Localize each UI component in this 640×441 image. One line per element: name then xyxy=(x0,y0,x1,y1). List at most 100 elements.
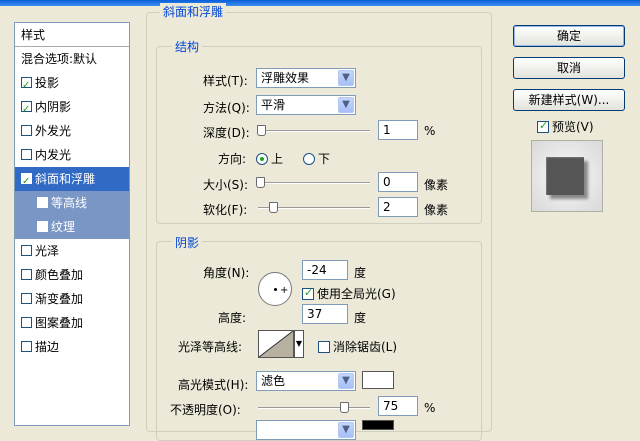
style-list-item[interactable]: 图案叠加 xyxy=(15,311,129,335)
depth-input[interactable]: 1 xyxy=(378,120,418,140)
cancel-button[interactable]: 取消 xyxy=(513,57,625,79)
size-input[interactable]: 0 xyxy=(378,172,418,192)
direction-label: 方向: xyxy=(218,152,247,166)
angle-input[interactable]: -24 xyxy=(302,260,348,280)
direction-up-label: 上 xyxy=(271,152,284,166)
chevron-down-icon[interactable]: ▼ xyxy=(338,70,354,86)
style-list-item[interactable]: 外发光 xyxy=(15,119,129,143)
highlight-mode-select[interactable]: 滤色 ▼ xyxy=(256,371,356,391)
preview-label: 预览(V) xyxy=(552,120,594,134)
chevron-down-icon[interactable]: ▼ xyxy=(338,97,354,113)
checkbox-checked-icon xyxy=(302,286,314,300)
checkbox-unchecked-icon[interactable] xyxy=(21,149,32,160)
depth-unit: % xyxy=(424,124,436,138)
technique-select[interactable]: 平滑 ▼ xyxy=(256,95,356,115)
anti-aliased-checkbox[interactable]: 消除锯齿(L) xyxy=(318,338,397,355)
style-list-item-label: 图案叠加 xyxy=(35,316,84,330)
opacity-slider-thumb[interactable] xyxy=(340,402,349,413)
style-select-value: 浮雕效果 xyxy=(261,71,310,85)
opacity-slider-track[interactable] xyxy=(258,407,370,409)
checkbox-checked-icon[interactable] xyxy=(21,74,32,98)
ok-button[interactable]: 确定 xyxy=(513,25,625,47)
shadow-mode-select[interactable]: ▼ xyxy=(256,420,356,440)
style-list-item[interactable]: 内发光 xyxy=(15,143,129,167)
checkbox-checked-icon[interactable] xyxy=(21,170,32,194)
checkbox-unchecked-icon xyxy=(318,341,330,353)
depth-slider-track[interactable] xyxy=(258,130,370,132)
depth-slider-thumb[interactable] xyxy=(257,125,267,136)
technique-select-value: 平滑 xyxy=(261,98,286,112)
direction-down-radio[interactable]: 下 xyxy=(303,150,330,167)
angle-dial[interactable]: + xyxy=(258,272,292,306)
checkbox-unchecked-icon[interactable] xyxy=(37,221,48,232)
chevron-down-icon[interactable]: ▼ xyxy=(338,422,354,438)
checkbox-unchecked-icon[interactable] xyxy=(21,293,32,304)
window-title-bar xyxy=(0,0,640,6)
gloss-contour-picker[interactable] xyxy=(258,330,294,358)
style-list-item-label: 渐变叠加 xyxy=(35,292,84,306)
style-list-item-label: 等高线 xyxy=(51,196,88,210)
style-list-item[interactable]: 等高线 xyxy=(15,191,129,215)
opacity-input[interactable]: 75 xyxy=(378,396,418,416)
style-list-item-label: 描边 xyxy=(35,340,60,354)
checkbox-unchecked-icon[interactable] xyxy=(21,269,32,280)
style-list-item[interactable]: 投影 xyxy=(15,71,129,98)
style-list-item-label: 外发光 xyxy=(35,124,72,138)
opacity-unit: % xyxy=(424,401,436,415)
checkbox-checked-icon[interactable] xyxy=(21,98,32,122)
style-select[interactable]: 浮雕效果 ▼ xyxy=(256,68,356,88)
bevel-emboss-title: 斜面和浮雕 xyxy=(160,3,227,20)
soften-input[interactable]: 2 xyxy=(378,197,418,217)
style-list-item-label: 颜色叠加 xyxy=(35,268,84,282)
soften-label: 软化(F): xyxy=(203,203,248,217)
style-list-item-label: 斜面和浮雕 xyxy=(35,172,96,186)
checkbox-unchecked-icon[interactable] xyxy=(21,341,32,352)
checkbox-unchecked-icon[interactable] xyxy=(21,125,32,136)
chevron-down-icon[interactable]: ▼ xyxy=(338,373,354,389)
gloss-contour-dropdown[interactable]: ▼ xyxy=(294,330,304,358)
crosshair-icon: + xyxy=(280,285,289,296)
global-light-checkbox[interactable]: 使用全局光(G) xyxy=(302,285,396,302)
style-list-item[interactable]: 渐变叠加 xyxy=(15,287,129,311)
direction-down-label: 下 xyxy=(318,152,331,166)
shadow-color-swatch[interactable] xyxy=(362,420,394,430)
global-light-label: 使用全局光(G) xyxy=(317,287,396,301)
highlight-mode-value: 滤色 xyxy=(261,374,286,388)
gloss-contour-label: 光泽等高线: xyxy=(178,340,243,354)
contour-curve-icon xyxy=(259,331,293,357)
size-label: 大小(S): xyxy=(203,178,249,192)
style-list-item[interactable]: 光泽 xyxy=(15,239,129,263)
highlight-mode-label: 高光模式(H): xyxy=(178,378,249,392)
preview-checkbox[interactable]: 预览(V) xyxy=(537,118,594,135)
style-list-item-label: 内阴影 xyxy=(35,100,72,114)
direction-up-radio[interactable]: 上 xyxy=(256,150,283,167)
highlight-color-swatch[interactable] xyxy=(362,371,394,389)
styles-list-header: 样式 xyxy=(15,23,129,47)
checkbox-unchecked-icon[interactable] xyxy=(21,245,32,256)
structure-title: 结构 xyxy=(172,38,203,55)
style-list-item[interactable]: 混合选项:默认 xyxy=(15,47,129,71)
style-list-item[interactable]: 纹理 xyxy=(15,215,129,239)
new-style-button[interactable]: 新建样式(W)... xyxy=(513,89,625,111)
radio-unselected-icon xyxy=(303,153,315,165)
preview-square xyxy=(546,157,584,195)
angle-unit: 度 xyxy=(354,266,367,280)
angle-dial-center-icon xyxy=(274,288,277,291)
soften-slider-thumb[interactable] xyxy=(269,202,279,213)
radio-selected-icon xyxy=(256,153,268,165)
style-list-item[interactable]: 颜色叠加 xyxy=(15,263,129,287)
style-list-item[interactable]: 描边 xyxy=(15,335,129,359)
checkbox-unchecked-icon[interactable] xyxy=(37,197,48,208)
style-list-item[interactable]: 斜面和浮雕 xyxy=(15,167,129,194)
angle-label: 角度(N): xyxy=(203,266,250,280)
checkbox-unchecked-icon[interactable] xyxy=(21,317,32,328)
style-list-item-label: 混合选项:默认 xyxy=(21,52,98,66)
anti-aliased-label: 消除锯齿(L) xyxy=(333,340,398,354)
size-unit: 像素 xyxy=(424,178,449,192)
style-list-item-label: 投影 xyxy=(35,76,60,90)
altitude-input[interactable]: 37 xyxy=(302,304,348,324)
size-slider-track[interactable] xyxy=(258,182,370,184)
soften-unit: 像素 xyxy=(424,203,449,217)
style-list-item[interactable]: 内阴影 xyxy=(15,95,129,122)
size-slider-thumb[interactable] xyxy=(256,177,265,188)
